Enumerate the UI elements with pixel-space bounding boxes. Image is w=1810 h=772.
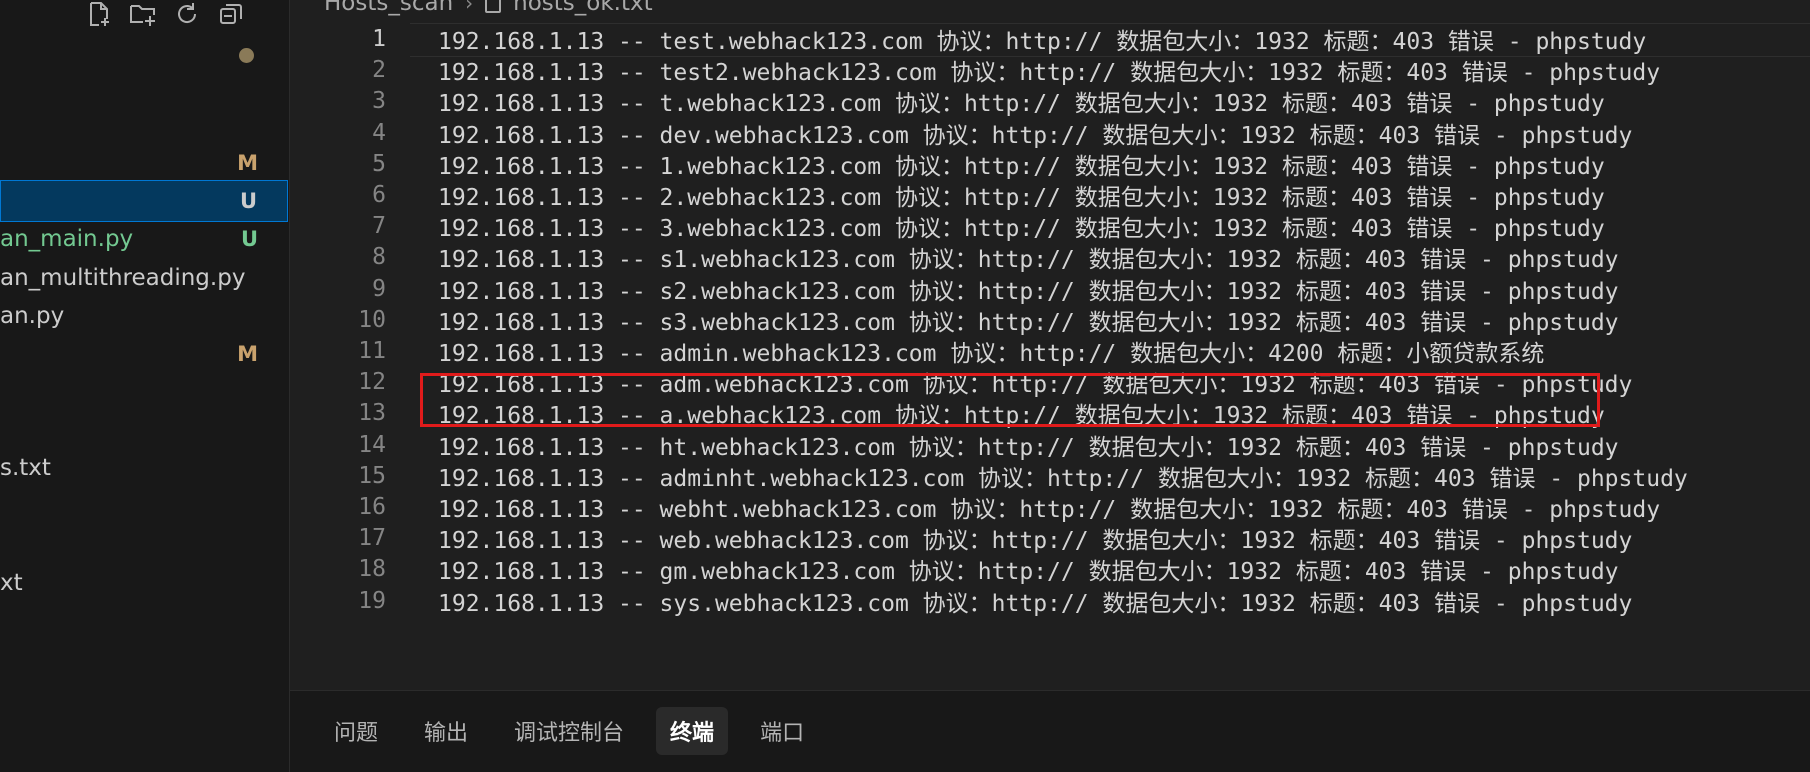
panel-tab[interactable]: 输出: [410, 707, 482, 755]
git-status-badge: M: [237, 342, 258, 366]
line-text: 192.168.1.13 -- web.webhack123.com 协议：ht…: [438, 528, 1633, 555]
tree-item[interactable]: an_main.py U: [0, 218, 288, 260]
line-number: 8: [372, 244, 386, 271]
line-number: 13: [358, 400, 386, 427]
new-file-icon[interactable]: [84, 0, 114, 29]
line-number: 6: [372, 182, 386, 208]
line-text: 192.168.1.13 -- a.webhack123.com 协议：http…: [438, 403, 1605, 430]
line-number: 15: [358, 462, 386, 489]
line-number: 17: [358, 525, 386, 552]
tree-item-label: an.py: [0, 303, 65, 329]
line-text: 192.168.1.13 -- admin.webhack123.com 协议：…: [438, 341, 1545, 367]
line-number: 4: [372, 119, 386, 146]
line-number: 2: [372, 57, 386, 84]
line-text: 192.168.1.13 -- adminht.webhack123.com 协…: [438, 465, 1688, 492]
git-status-badge: U: [240, 227, 258, 251]
line-text: 192.168.1.13 -- ht.webhack123.com 协议：htt…: [438, 434, 1619, 461]
line-text: 192.168.1.13 -- test.webhack123.com 协议：h…: [438, 29, 1647, 55]
tree-item[interactable]: s.txt: [0, 447, 288, 489]
line-text: 192.168.1.13 -- s3.webhack123.com 协议：htt…: [438, 309, 1619, 336]
line-text: 192.168.1.13 -- t.webhack123.com 协议：http…: [438, 91, 1605, 118]
code-line[interactable]: 19 192.168.1.13 -- sys.webhack123.com 协议：…: [290, 583, 1810, 619]
editor-area: Hosts_scan › hosts_ok.txt 1 192.168.1.13 …: [290, 0, 1810, 690]
panel-tab[interactable]: 调试控制台: [500, 707, 638, 755]
explorer-toolbar: [84, 0, 246, 32]
bottom-panel: 问题 输出 调试控制台 终端 端口: [290, 690, 1810, 772]
panel-tab[interactable]: 终端: [656, 707, 729, 755]
line-number: 18: [358, 556, 386, 583]
line-text: 192.168.1.13 -- webht.webhack123.com 协议：…: [438, 497, 1661, 523]
tree-item[interactable]: M: [0, 333, 288, 375]
breadcrumb-separator: ›: [465, 0, 474, 15]
git-status-badge: U: [239, 189, 257, 213]
line-number: 9: [372, 275, 386, 302]
line-text: 192.168.1.13 -- test2.webhack123.com 协议：…: [438, 60, 1661, 87]
tree-item[interactable]: U: [0, 180, 288, 222]
panel-tab[interactable]: 端口: [746, 707, 818, 755]
line-text: 192.168.1.13 -- gm.webhack123.com 协议：htt…: [438, 559, 1619, 586]
line-number: 12: [358, 369, 386, 396]
new-folder-icon[interactable]: [128, 0, 158, 29]
refresh-icon[interactable]: [172, 0, 202, 29]
tree-item-label: an_main.py: [0, 226, 134, 252]
collapse-all-icon[interactable]: [216, 0, 246, 29]
breadcrumb: Hosts_scan › hosts_ok.txt: [324, 0, 653, 18]
line-number: 7: [372, 213, 386, 240]
unsaved-changes-dot: [239, 48, 254, 63]
breadcrumb-file[interactable]: hosts_ok.txt: [513, 0, 652, 16]
explorer-sidebar: M Uan_main.py Uan_multithreading.py an.py Ms…: [0, 0, 290, 772]
tree-item-label: xt: [0, 570, 23, 596]
line-number: 10: [358, 306, 386, 333]
line-number: 11: [358, 338, 386, 364]
line-number: 1: [372, 26, 386, 52]
tree-item[interactable]: an.py: [0, 295, 288, 337]
vscode-window: M Uan_main.py Uan_multithreading.py an.py Ms…: [0, 0, 1810, 772]
tree-item[interactable]: xt: [0, 562, 288, 604]
file-icon: [485, 0, 502, 13]
tree-item-label: an_multithreading.py: [0, 265, 246, 291]
line-text: 192.168.1.13 -- 1.webhack123.com 协议：http…: [438, 153, 1605, 180]
tree-item[interactable]: M: [0, 142, 288, 184]
line-text: 192.168.1.13 -- 2.webhack123.com 协议：http…: [438, 185, 1605, 211]
line-text: 192.168.1.13 -- adm.webhack123.com 协议：ht…: [438, 372, 1633, 399]
line-text: 192.168.1.13 -- s1.webhack123.com 协议：htt…: [438, 247, 1619, 274]
line-number: 16: [358, 494, 386, 520]
line-number: 14: [358, 431, 386, 458]
line-number: 3: [372, 88, 386, 115]
line-text: 192.168.1.13 -- s2.webhack123.com 协议：htt…: [438, 278, 1619, 305]
breadcrumb-folder[interactable]: Hosts_scan: [324, 0, 453, 16]
line-text: 192.168.1.13 -- 3.webhack123.com 协议：http…: [438, 216, 1605, 243]
git-status-badge: M: [237, 151, 258, 175]
panel-tab[interactable]: 问题: [320, 707, 392, 755]
tree-item-label: s.txt: [0, 455, 51, 481]
line-text: 192.168.1.13 -- sys.webhack123.com 协议：ht…: [438, 590, 1633, 617]
panel-tabs: 问题 输出 调试控制台 终端 端口: [320, 707, 818, 755]
line-number: 5: [372, 150, 386, 177]
line-text: 192.168.1.13 -- dev.webhack123.com 协议：ht…: [438, 122, 1633, 149]
line-number: 19: [358, 587, 386, 614]
tree-item[interactable]: an_multithreading.py: [0, 257, 288, 299]
